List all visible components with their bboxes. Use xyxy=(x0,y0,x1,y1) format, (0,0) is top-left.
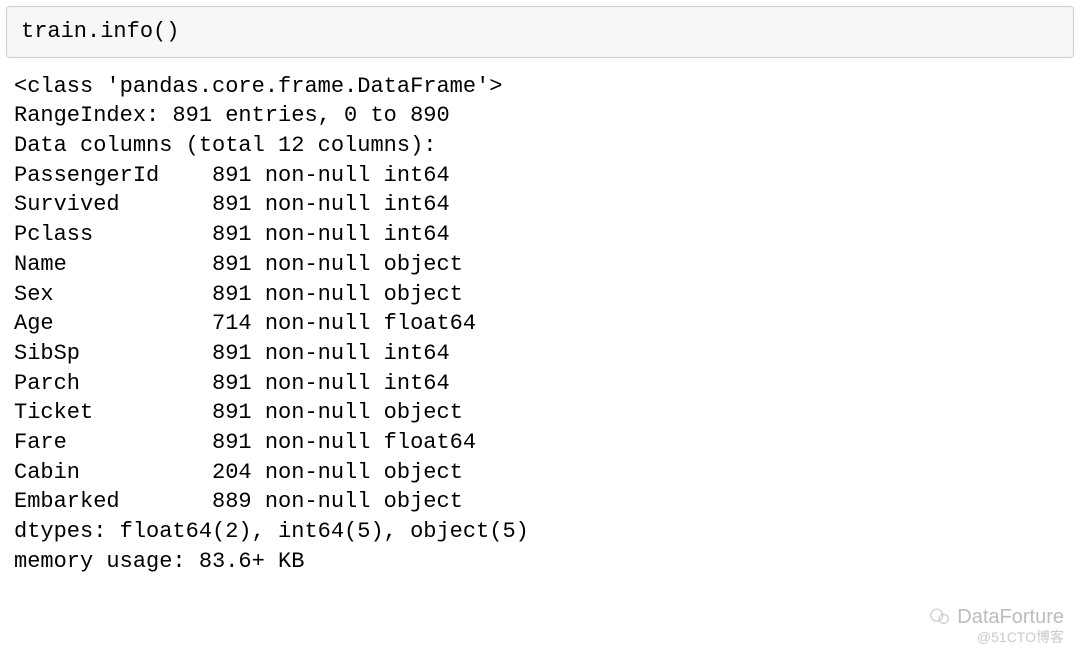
output-range-index: RangeIndex: 891 entries, 0 to 890 xyxy=(14,101,1066,131)
output-column-row: Embarked 889 non-null object xyxy=(14,487,1066,517)
watermark-main-row: DataForture xyxy=(929,605,1064,629)
output-column-row: Ticket 891 non-null object xyxy=(14,398,1066,428)
output-column-row: Fare 891 non-null float64 xyxy=(14,428,1066,458)
code-text: train.info() xyxy=(21,19,179,44)
output-column-row: SibSp 891 non-null int64 xyxy=(14,339,1066,369)
output-dtypes-line: dtypes: float64(2), int64(5), object(5) xyxy=(14,517,1066,547)
code-output-cell: <class 'pandas.core.frame.DataFrame'>Ran… xyxy=(0,72,1080,585)
chat-bubble-icon xyxy=(929,606,951,628)
output-columns-header: Data columns (total 12 columns): xyxy=(14,131,1066,161)
output-column-row: Parch 891 non-null int64 xyxy=(14,369,1066,399)
output-columns-block: PassengerId 891 non-null int64Survived 8… xyxy=(14,161,1066,517)
output-column-row: Survived 891 non-null int64 xyxy=(14,190,1066,220)
output-column-row: Age 714 non-null float64 xyxy=(14,309,1066,339)
watermark-sub-text: @51CTO博客 xyxy=(929,629,1064,646)
output-column-row: Pclass 891 non-null int64 xyxy=(14,220,1066,250)
output-column-row: Sex 891 non-null object xyxy=(14,280,1066,310)
output-column-row: Name 891 non-null object xyxy=(14,250,1066,280)
code-input-cell[interactable]: train.info() xyxy=(6,6,1074,58)
output-class-line: <class 'pandas.core.frame.DataFrame'> xyxy=(14,72,1066,102)
watermark-main-text: DataForture xyxy=(957,605,1064,629)
output-column-row: Cabin 204 non-null object xyxy=(14,458,1066,488)
output-memory-line: memory usage: 83.6+ KB xyxy=(14,547,1066,577)
watermark: DataForture @51CTO博客 xyxy=(929,605,1064,646)
output-column-row: PassengerId 891 non-null int64 xyxy=(14,161,1066,191)
